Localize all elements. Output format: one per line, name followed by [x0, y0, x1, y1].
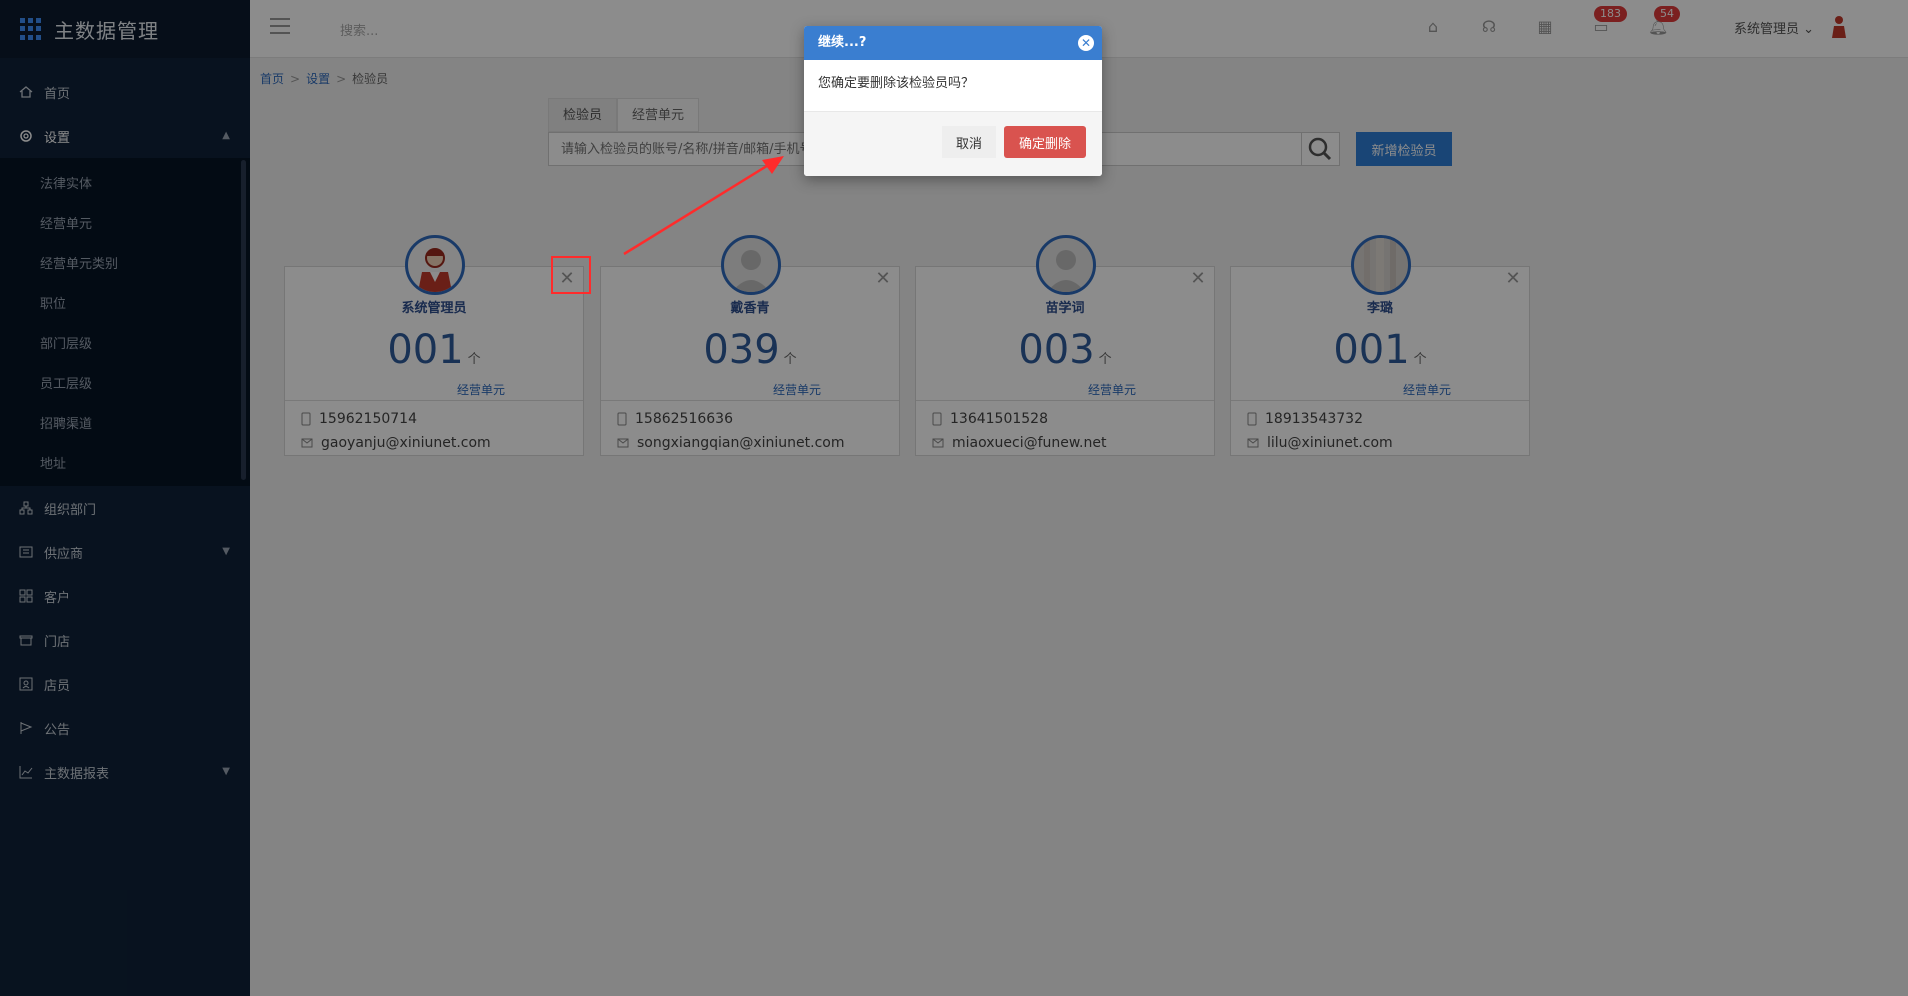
cancel-button[interactable]: 取消	[942, 126, 996, 158]
dialog-message: 您确定要删除该检验员吗？	[804, 60, 1102, 112]
dialog-footer: 取消 确定删除	[804, 112, 1102, 176]
dialog-title: 继续...?	[818, 35, 867, 50]
annotation-highlight-box	[551, 256, 591, 294]
confirm-dialog: 继续...? ✕ 您确定要删除该检验员吗？ 取消 确定删除	[804, 26, 1102, 176]
dialog-header: 继续...? ✕	[804, 26, 1102, 60]
confirm-delete-button[interactable]: 确定删除	[1004, 126, 1086, 158]
close-icon[interactable]: ✕	[1078, 35, 1094, 51]
